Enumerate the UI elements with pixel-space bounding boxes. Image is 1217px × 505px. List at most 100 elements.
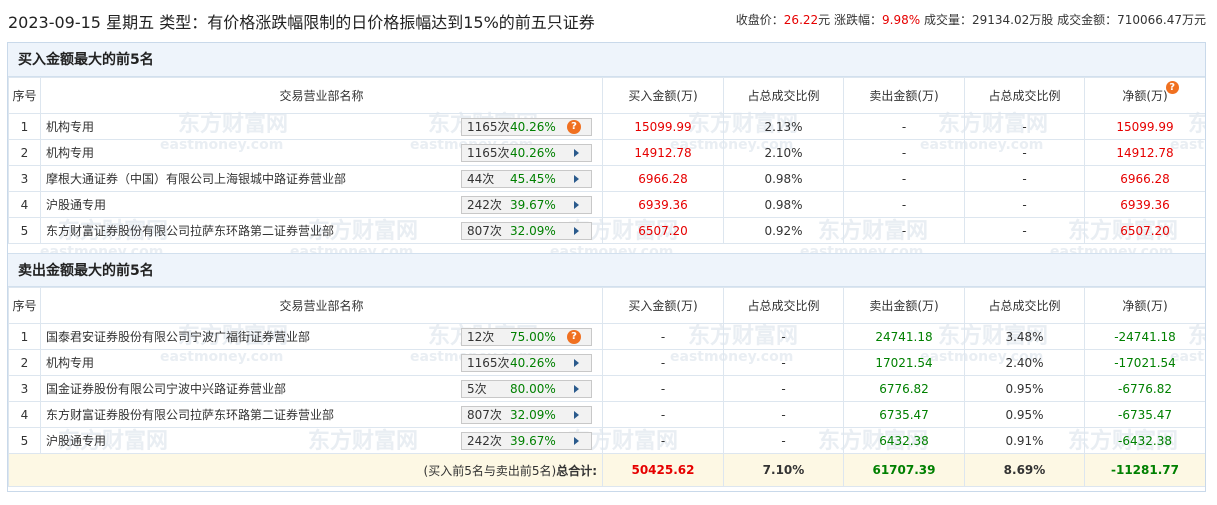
type-label: 类型：: [159, 13, 208, 32]
broker-win-rate: 45.45%: [510, 172, 556, 186]
broker-stats-button[interactable]: 1165次 40.26%: [461, 354, 592, 372]
table-row: 2 机构专用 1165次 40.26% 14912.78 2.10% - -14912.78: [8, 139, 1205, 166]
table-row: 4 东方财富证券股份有限公司拉萨东环路第二证券营业部 807次 32.09% - -673…: [8, 401, 1205, 428]
volume-label: 成交量：: [923, 13, 972, 27]
broker-stats-button[interactable]: 242次 39.67%: [461, 432, 592, 450]
sell-ratio: 0.95%: [964, 375, 1085, 402]
sell-ratio: 3.48%: [964, 323, 1085, 350]
net-amount: -6776.82: [1084, 375, 1205, 402]
sell-amount: 17021.54: [843, 349, 965, 376]
broker-name-cell: 国泰君安证券股份有限公司宁波广福街证券营业部 12次 75.00%?: [40, 323, 603, 350]
buy-ratio: 0.98%: [723, 191, 844, 218]
buy-ratio: 2.13%: [723, 113, 844, 140]
expand-arrow-icon[interactable]: [574, 437, 579, 445]
totals-label-bold: 总合计:: [556, 463, 597, 478]
broker-win-rate: 39.67%: [510, 198, 556, 212]
totals-label-prefix: (买入前5名与卖出前5名): [423, 463, 557, 478]
totals-label: (买入前5名与卖出前5名)总合计:: [8, 453, 603, 487]
expand-arrow-icon[interactable]: [574, 385, 579, 393]
buy-amount: 14912.78: [602, 139, 724, 166]
broker-stats-button[interactable]: 44次 45.45%: [461, 170, 592, 188]
col-buy-ratio: 占总成交比例: [723, 287, 844, 324]
type-text: 有价格涨跌幅限制的日价格振幅达到15%的前五只证券: [207, 13, 595, 32]
expand-arrow-icon[interactable]: [574, 175, 579, 183]
col-sell-amount: 卖出金额(万): [843, 287, 965, 324]
expand-arrow-icon[interactable]: [574, 149, 579, 157]
broker-win-rate: 32.09%: [510, 224, 556, 238]
broker-name[interactable]: 摩根大通证券（中国）有限公司上海银城中路证券营业部: [46, 172, 346, 186]
col-index: 序号: [8, 77, 41, 114]
buy-amount: -: [602, 349, 724, 376]
top-bar: 2023-09-15 星期五 类型：有价格涨跌幅限制的日价格振幅达到15%的前五…: [0, 0, 1217, 40]
net-amount: 15099.99: [1084, 113, 1205, 140]
broker-name[interactable]: 沪股通专用: [46, 198, 106, 212]
expand-arrow-icon[interactable]: [574, 411, 579, 419]
broker-name[interactable]: 机构专用: [46, 146, 94, 160]
sell-ratio: -: [964, 165, 1085, 192]
broker-stats-button[interactable]: 1165次 40.26%: [461, 144, 592, 162]
buy-amount: 6507.20: [602, 217, 724, 244]
broker-stats-button[interactable]: 807次 32.09%: [461, 406, 592, 424]
sell-amount: 6432.38: [843, 427, 965, 454]
help-question-icon[interactable]: ?: [567, 120, 581, 134]
expand-arrow-icon[interactable]: [574, 359, 579, 367]
col-broker-name: 交易营业部名称: [40, 287, 603, 324]
buy-amount: -: [602, 401, 724, 428]
broker-name[interactable]: 东方财富证券股份有限公司拉萨东环路第二证券营业部: [46, 408, 334, 422]
totals-buy-ratio: 7.10%: [723, 453, 844, 487]
close-value: 26.22: [783, 13, 819, 27]
broker-name[interactable]: 沪股通专用: [46, 434, 106, 448]
net-amount: -6735.47: [1084, 401, 1205, 428]
help-question-icon[interactable]: ?: [1165, 81, 1179, 94]
buy-section-title: 买入金额最大的前5名: [8, 43, 1205, 77]
broker-name[interactable]: 机构专用: [46, 120, 94, 134]
broker-name-cell: 机构专用 1165次 40.26%: [40, 139, 603, 166]
col-sell-amount: 卖出金额(万): [843, 77, 965, 114]
buy-ratio: 0.92%: [723, 217, 844, 244]
broker-win-rate: 40.26%: [510, 120, 556, 134]
sell-amount: -: [843, 113, 965, 140]
sell-ratio: -: [964, 217, 1085, 244]
buy-ratio: -: [723, 401, 844, 428]
net-amount: 6966.28: [1084, 165, 1205, 192]
broker-name[interactable]: 机构专用: [46, 356, 94, 370]
sell-amount: 6735.47: [843, 401, 965, 428]
expand-arrow-icon[interactable]: [574, 227, 579, 235]
broker-stats-button[interactable]: 242次 39.67%: [461, 196, 592, 214]
buy-ratio: 0.98%: [723, 165, 844, 192]
stock-stats: 收盘价：26.22元 涨跌幅：9.98% 成交量：29134.02万股 成交金额…: [736, 11, 1206, 28]
broker-trade-count: 807次: [467, 408, 502, 422]
buy-table-header: 序号 交易营业部名称 买入金额(万) 占总成交比例 卖出金额(万) 占总成交比例…: [8, 77, 1205, 114]
broker-stats-button[interactable]: 807次 32.09%: [461, 222, 592, 240]
sell-ratio: 2.40%: [964, 349, 1085, 376]
trading-detail-panel: 东方财富网 eastmoney.com 东方财富网 eastmoney.com 东方财富…: [7, 42, 1206, 492]
buy-amount: -: [602, 427, 724, 454]
broker-name-cell: 沪股通专用 242次 39.67%: [40, 191, 603, 218]
expand-arrow-icon[interactable]: [574, 201, 579, 209]
broker-trade-count: 1165次: [467, 146, 510, 160]
broker-stats-button[interactable]: 1165次 40.26%?: [461, 118, 592, 136]
sell-amount: -: [843, 165, 965, 192]
broker-win-rate: 75.00%: [510, 330, 556, 344]
sell-ratio: 0.95%: [964, 401, 1085, 428]
help-question-icon[interactable]: ?: [567, 330, 581, 344]
broker-name-cell: 机构专用 1165次 40.26%?: [40, 113, 603, 140]
broker-trade-count: 242次: [467, 434, 502, 448]
buy-amount: 6939.36: [602, 191, 724, 218]
broker-name[interactable]: 国泰君安证券股份有限公司宁波广福街证券营业部: [46, 330, 310, 344]
date-text: 2023-09-15: [8, 13, 101, 32]
broker-stats-button[interactable]: 5次 80.00%: [461, 380, 592, 398]
sell-ratio: -: [964, 191, 1085, 218]
table-row: 1 机构专用 1165次 40.26%? 15099.99 2.13% - -15099.99: [8, 113, 1205, 140]
buy-table: 序号 交易营业部名称 买入金额(万) 占总成交比例 卖出金额(万) 占总成交比例…: [8, 77, 1205, 244]
broker-name[interactable]: 国金证券股份有限公司宁波中兴路证券营业部: [46, 382, 286, 396]
broker-name[interactable]: 东方财富证券股份有限公司拉萨东环路第二证券营业部: [46, 224, 334, 238]
buy-amount: -: [602, 375, 724, 402]
col-buy-ratio: 占总成交比例: [723, 77, 844, 114]
broker-name-cell: 机构专用 1165次 40.26%: [40, 349, 603, 376]
volume-value: 29134.02万股: [971, 13, 1054, 27]
broker-name-cell: 国金证券股份有限公司宁波中兴路证券营业部 5次 80.00%: [40, 375, 603, 402]
broker-stats-button[interactable]: 12次 75.00%?: [461, 328, 592, 346]
sell-amount: 6776.82: [843, 375, 965, 402]
buy-amount: 6966.28: [602, 165, 724, 192]
